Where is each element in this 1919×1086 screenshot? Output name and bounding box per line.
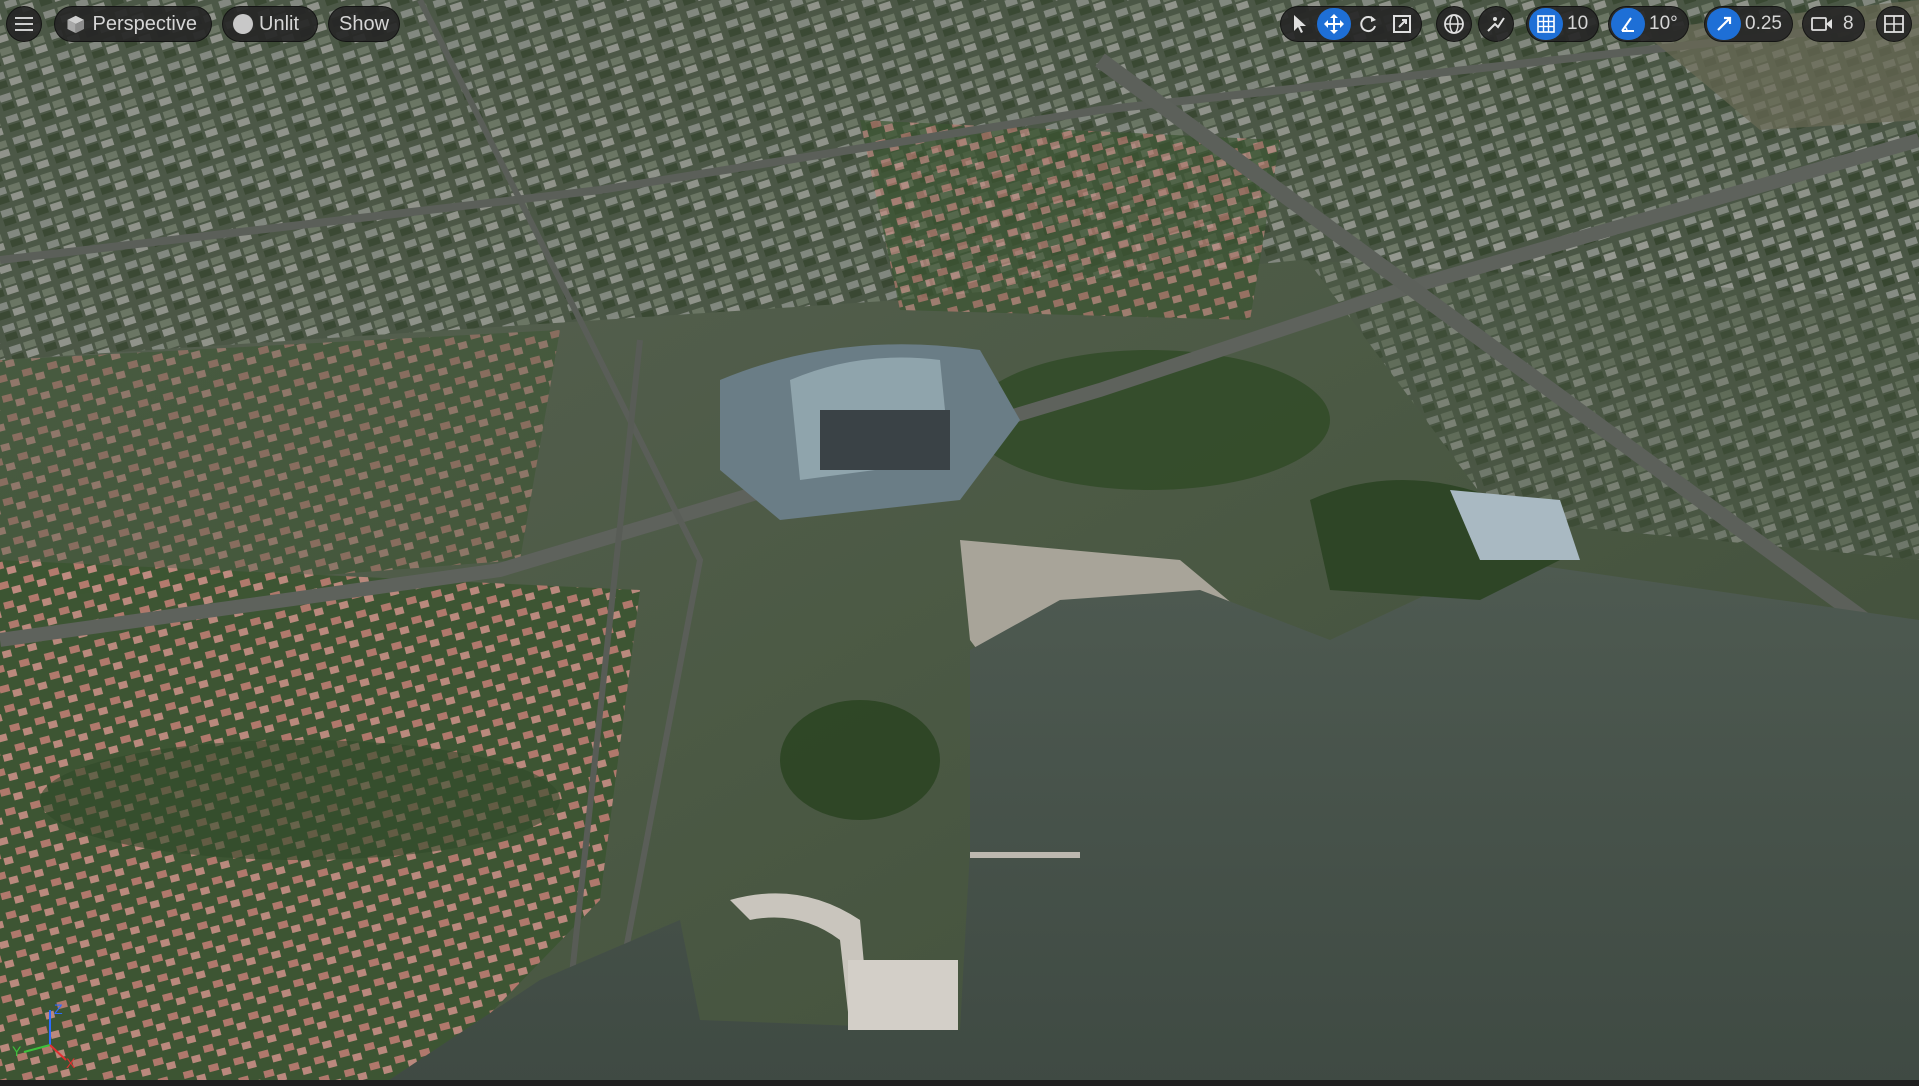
view-mode-label: Perspective <box>92 12 198 35</box>
scale-snap-toggle[interactable] <box>1707 8 1741 40</box>
viewport-layout-button[interactable] <box>1876 6 1912 42</box>
select-arrow-icon <box>1294 15 1306 33</box>
hamburger-menu-icon <box>15 17 33 31</box>
globe-icon <box>1444 14 1464 34</box>
lighting-mode-label: Unlit <box>259 12 300 35</box>
lighting-mode-button[interactable]: Unlit <box>222 6 318 42</box>
rotate-tool-button[interactable] <box>1351 8 1385 40</box>
level-viewport[interactable]: Perspective Unlit Show 10 10° 0.25 8 Z Y… <box>0 0 1919 1086</box>
scale-snap-icon <box>1717 16 1732 31</box>
camera-speed-group[interactable]: 8 <box>1802 6 1865 42</box>
view-mode-button[interactable]: Perspective <box>54 6 212 42</box>
grid-icon <box>1537 15 1555 33</box>
viewport-bottom-border <box>0 1080 1919 1086</box>
angle-icon <box>1621 17 1634 32</box>
camera-icon <box>1811 17 1832 31</box>
axis-y-label: Y <box>12 1043 22 1059</box>
grid-snap-value[interactable]: 10 <box>1563 13 1596 35</box>
axis-z-label: Z <box>54 1001 63 1017</box>
surface-snap-button[interactable] <box>1478 6 1514 42</box>
cube-icon <box>67 15 85 34</box>
axis-gizmo: Z Y X <box>12 1001 76 1070</box>
show-flags-button[interactable]: Show <box>328 6 400 42</box>
rotation-snap-group[interactable]: 10° <box>1608 6 1689 42</box>
viewport-menu-button[interactable] <box>6 6 42 42</box>
scale-icon <box>1393 15 1411 33</box>
camera-speed-button[interactable] <box>1805 8 1839 40</box>
rotation-snap-toggle[interactable] <box>1611 8 1645 40</box>
viewport-layout-icon <box>1884 15 1904 33</box>
grid-snap-group[interactable]: 10 <box>1526 6 1600 42</box>
scale-snap-group[interactable]: 0.25 <box>1704 6 1793 42</box>
scale-snap-value[interactable]: 0.25 <box>1741 13 1790 35</box>
axis-x-label: X <box>66 1055 76 1070</box>
rotate-icon <box>1360 16 1376 33</box>
grid-snap-toggle[interactable] <box>1529 8 1563 40</box>
camera-speed-value[interactable]: 8 <box>1839 13 1862 35</box>
select-tool-button[interactable] <box>1283 8 1317 40</box>
transform-tools-group <box>1280 6 1422 42</box>
move-tool-button[interactable] <box>1317 8 1351 40</box>
scale-tool-button[interactable] <box>1385 8 1419 40</box>
sphere-icon <box>233 14 253 34</box>
rotation-snap-value[interactable]: 10° <box>1645 13 1686 35</box>
world-local-toggle[interactable] <box>1436 6 1472 42</box>
move-icon <box>1324 14 1344 34</box>
aerial-city-scene <box>0 0 1919 1086</box>
show-label: Show <box>338 12 390 35</box>
surface-snap-icon <box>1487 17 1505 32</box>
